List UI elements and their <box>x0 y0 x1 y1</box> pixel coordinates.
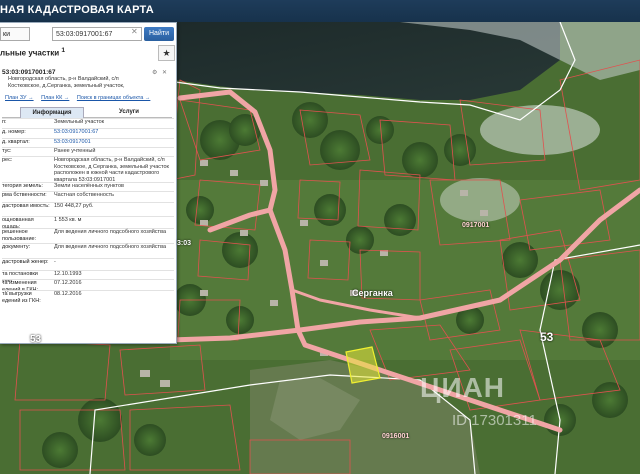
info-value: Для ведения личного подсобного хозяйства <box>54 229 166 235</box>
info-key: решенное пользование: <box>2 229 37 242</box>
info-panel: ки 53:03:0917001:67 ✕ Найти льные участк… <box>0 22 177 344</box>
info-key: д. номер: <box>2 129 26 135</box>
village-label: Серганка <box>352 288 393 298</box>
plan-kk-link[interactable]: План КК → <box>41 95 69 101</box>
settings-icon[interactable]: ⚙ <box>152 69 157 76</box>
quarter-label: 0916001 <box>382 433 410 440</box>
info-key: та выгрузки едений из ГКН: <box>2 291 41 304</box>
search-within-link[interactable]: Поиск в границах объекта → <box>77 95 150 101</box>
app-header: НАЯ КАДАСТРОВАЯ КАРТА <box>0 0 640 22</box>
close-object-icon[interactable]: ✕ <box>162 69 167 76</box>
info-value: 1 553 кв. м <box>54 217 82 223</box>
close-icon[interactable]: ✕ <box>131 27 138 36</box>
side-code-label: 3:03 <box>177 240 192 247</box>
info-value: Земельный участок <box>54 119 105 125</box>
info-key: дастровая имость: <box>2 203 50 209</box>
info-value[interactable]: 53:03:0917001 <box>54 139 172 146</box>
tabs: Информация Услуги <box>2 107 172 118</box>
star-icon[interactable]: ★ <box>158 45 175 61</box>
info-key: тус: <box>2 148 12 154</box>
object-address-line: Костковское, д.Серганка, земельный участ… <box>8 83 125 89</box>
info-value: Ранее учтенный <box>54 148 96 154</box>
info-key: п: <box>2 119 7 125</box>
object-header: 53:03:0917001:67 Новгородская область, р… <box>2 69 172 90</box>
info-value: Новгородская область, р-н Валдайский, с/… <box>54 157 169 183</box>
road-number-badge: 53 <box>540 330 554 344</box>
watermark-id: ID 17301311 <box>452 412 537 429</box>
object-links: План ЗУ → План КК → Поиск в границах объ… <box>5 95 156 101</box>
info-key: дастровый женер: <box>2 259 49 265</box>
quarter-label: 0917001 <box>462 222 490 229</box>
info-key: д. квартал: <box>2 139 30 145</box>
result-count: 1 <box>61 47 66 54</box>
info-key: рес: <box>2 157 13 163</box>
find-button[interactable]: Найти <box>144 27 174 41</box>
info-key: рма бственности: <box>2 192 47 198</box>
info-value: 07.12.2016 <box>54 280 82 286</box>
info-value: Для ведения личного подсобного хозяйства <box>54 244 166 250</box>
info-value: 12.10.1993 <box>54 271 82 277</box>
search-bar: ки 53:03:0917001:67 ✕ Найти <box>0 25 176 43</box>
info-value: Земли населённых пунктов <box>54 183 124 189</box>
watermark: ЦИАН <box>420 372 506 403</box>
search-input[interactable]: 53:03:0917001:67 <box>52 27 142 41</box>
info-value[interactable]: 53:03:0917001:67 <box>54 129 172 136</box>
road-number-badge: 53 <box>30 334 42 345</box>
layer-title-text: льные участки <box>0 48 60 58</box>
info-value: 08.12.2016 <box>54 291 82 297</box>
info-value: 150 448,27 руб. <box>54 203 94 209</box>
info-value: - <box>54 259 56 265</box>
app-title: НАЯ КАДАСТРОВАЯ КАРТА <box>0 4 154 16</box>
object-address-line: Новгородская область, р-н Валдайский, с/… <box>8 76 119 82</box>
info-key: документу: <box>2 244 31 250</box>
tab-info[interactable]: Информация <box>20 107 84 118</box>
search-type-select[interactable]: ки <box>0 27 30 41</box>
info-key: тегория земель: <box>2 183 43 189</box>
info-value: Частная собственность <box>54 192 115 198</box>
object-number[interactable]: 53:03:0917001:67 <box>2 69 172 76</box>
tab-services[interactable]: Услуги <box>98 107 160 117</box>
layer-title: льные участки 1 <box>0 47 65 58</box>
plan-zu-link[interactable]: План ЗУ → <box>5 95 34 101</box>
